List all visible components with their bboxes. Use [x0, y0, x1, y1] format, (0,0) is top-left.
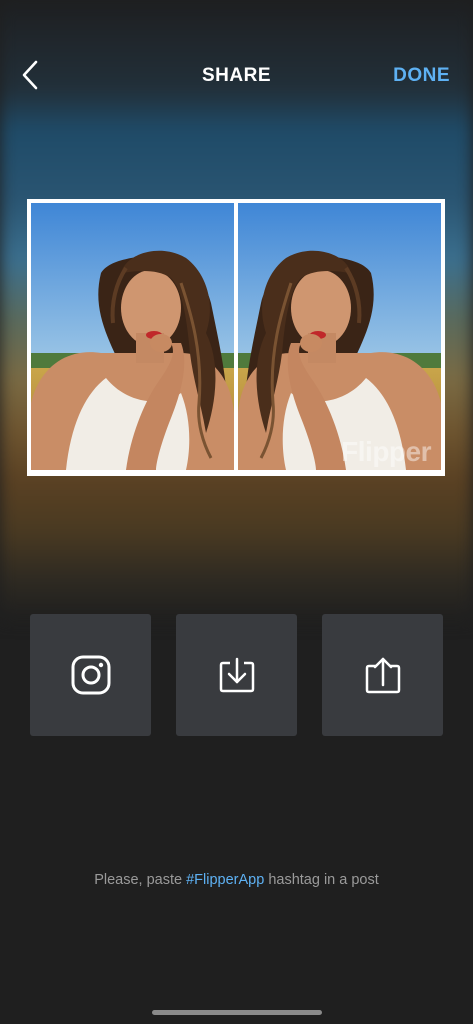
share-button[interactable] [322, 614, 443, 736]
download-icon [219, 657, 254, 693]
instagram-icon [71, 655, 110, 695]
hashtag-hint: Please, paste #FlipperApp hashtag in a p… [0, 872, 473, 888]
portrait-image-mirrored [238, 203, 441, 470]
share-actions [30, 614, 443, 736]
save-button[interactable] [176, 614, 297, 736]
hint-prefix: Please, paste [94, 872, 187, 888]
portrait-image [31, 203, 234, 470]
share-icon [365, 657, 400, 694]
photo-mirrored: Flipper [238, 203, 441, 470]
flipped-photo-preview: Flipper [27, 199, 445, 476]
photo-original [31, 203, 234, 470]
done-button[interactable]: DONE [393, 65, 450, 87]
hashtag-text: #FlipperApp [186, 872, 265, 888]
watermark-text: Flipper [341, 436, 431, 467]
hint-suffix: hashtag in a post [264, 872, 379, 888]
instagram-share-button[interactable] [30, 614, 151, 736]
top-bar: SHARE DONE [0, 50, 473, 102]
home-indicator[interactable] [152, 1010, 322, 1015]
